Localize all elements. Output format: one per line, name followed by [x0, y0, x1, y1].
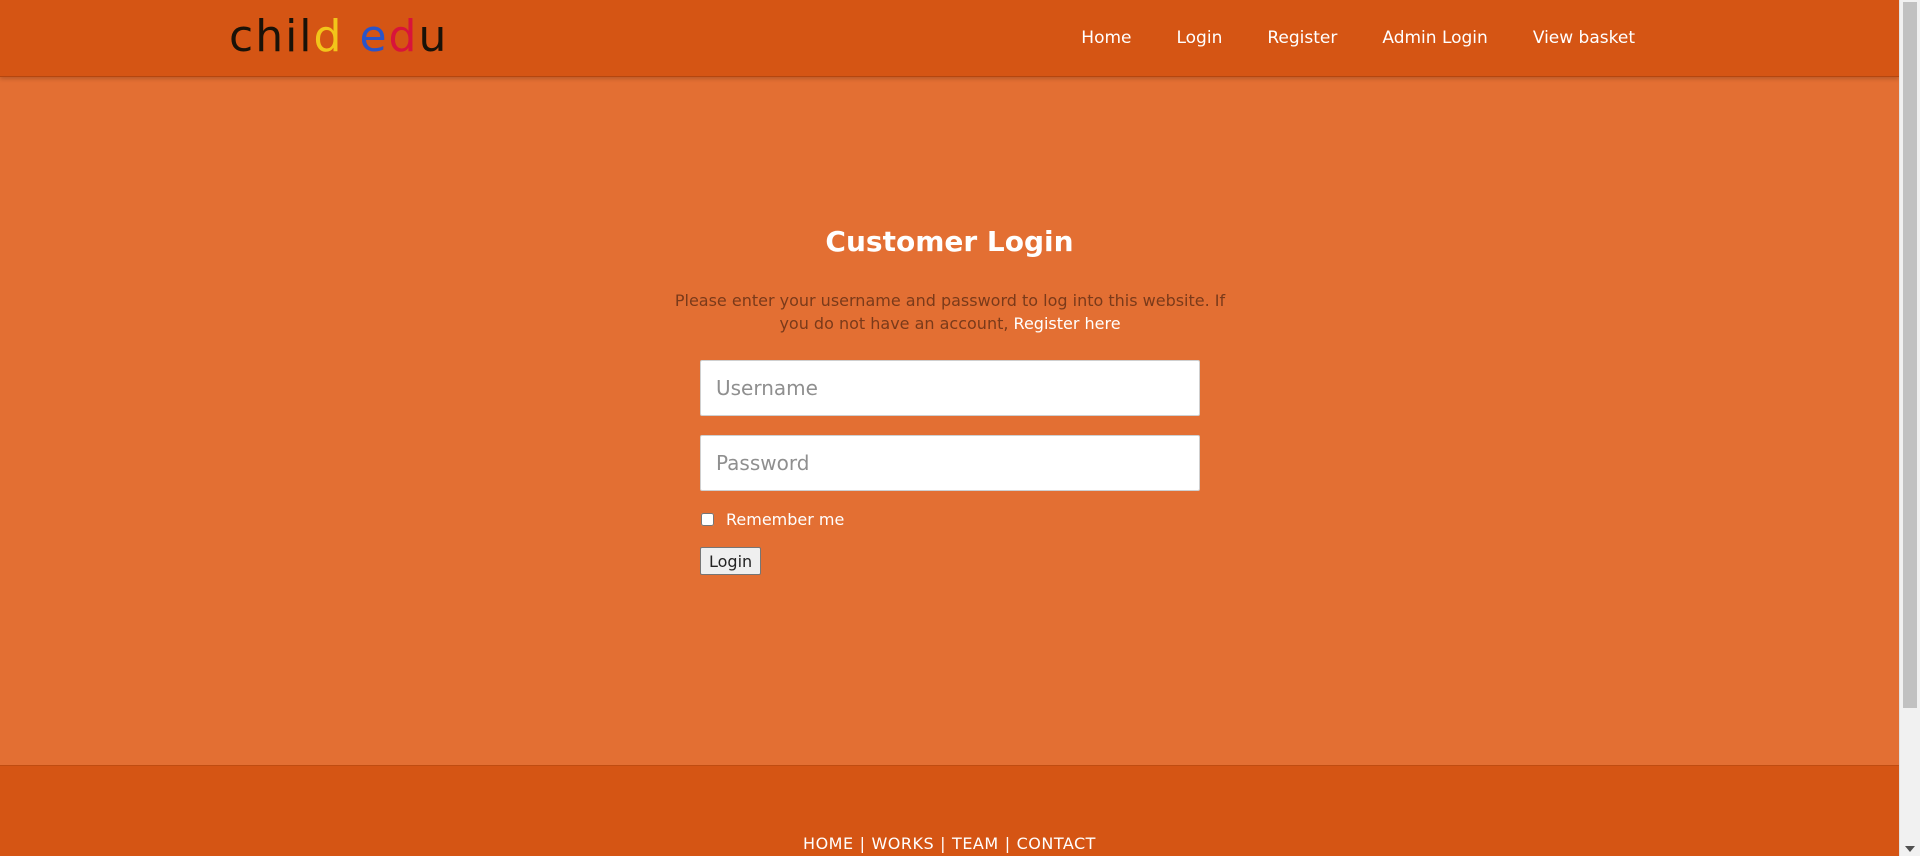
- main-nav: Home Login Register Admin Login View bas…: [1036, 0, 1635, 76]
- scroll-down-arrow-icon[interactable]: [1905, 846, 1915, 852]
- nav-link-home[interactable]: Home: [1081, 28, 1131, 48]
- nav-link-admin-login[interactable]: Admin Login: [1382, 28, 1487, 48]
- site-header: child edu Home Login Register Admin Logi…: [0, 0, 1899, 77]
- footer-link-contact[interactable]: CONTACT: [1017, 834, 1096, 853]
- logo-letter-d-red: d: [388, 11, 419, 62]
- logo-space: [343, 11, 359, 62]
- nav-link-view-basket[interactable]: View basket: [1533, 28, 1635, 48]
- username-input[interactable]: [700, 360, 1200, 416]
- logo-text-child: chil: [229, 11, 314, 62]
- logo-letter-d-yellow: d: [313, 11, 344, 62]
- logo-letter-u: u: [418, 11, 449, 62]
- main-content: Customer Login Please enter your usernam…: [0, 77, 1899, 765]
- login-button[interactable]: Login: [700, 547, 762, 575]
- nav-link-register[interactable]: Register: [1267, 28, 1337, 48]
- footer-nav: HOME | WORKS | TEAM | CONTACT: [0, 834, 1899, 853]
- nav-link-login[interactable]: Login: [1176, 28, 1222, 48]
- login-instructions: Please enter your username and password …: [670, 289, 1230, 335]
- footer-separator: |: [1004, 834, 1011, 853]
- footer-link-works[interactable]: WORKS: [871, 834, 934, 853]
- page-title: Customer Login: [825, 225, 1074, 258]
- scrollbar-thumb[interactable]: [1903, 2, 1917, 708]
- remember-me[interactable]: Remember me: [700, 510, 844, 529]
- vertical-scrollbar[interactable]: [1899, 0, 1920, 856]
- footer-link-team[interactable]: TEAM: [952, 834, 999, 853]
- page: child edu Home Login Register Admin Logi…: [0, 0, 1899, 856]
- footer-separator: |: [940, 834, 947, 853]
- footer-link-home[interactable]: HOME: [803, 834, 854, 853]
- remember-me-label: Remember me: [726, 510, 845, 529]
- register-here-link[interactable]: Register here: [1014, 314, 1121, 333]
- logo-letter-e-blue: e: [359, 11, 389, 62]
- site-logo[interactable]: child edu: [229, 10, 448, 64]
- login-instructions-text: Please enter your username and password …: [674, 291, 1226, 333]
- footer-separator: |: [859, 834, 866, 853]
- remember-me-checkbox[interactable]: [701, 513, 714, 526]
- password-input[interactable]: [700, 435, 1200, 491]
- site-footer: HOME | WORKS | TEAM | CONTACT: [0, 765, 1899, 856]
